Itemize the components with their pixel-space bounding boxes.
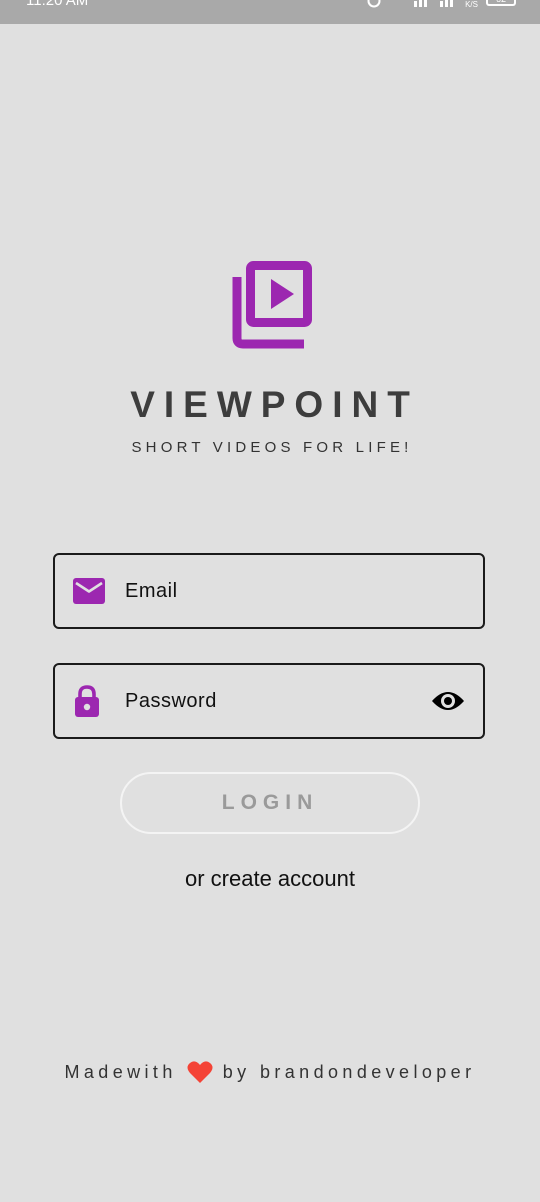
password-input[interactable] xyxy=(125,665,423,737)
wifi-icon xyxy=(389,0,405,7)
status-icons: K/S 62 xyxy=(367,0,516,9)
lock-icon xyxy=(75,685,99,717)
footer-made-with: Madewith xyxy=(64,1061,177,1082)
heart-icon xyxy=(187,1061,213,1083)
signal-icon-1 xyxy=(414,0,428,7)
email-field[interactable] xyxy=(53,553,485,629)
signal-icon-2 xyxy=(440,0,454,7)
mail-icon xyxy=(73,578,105,604)
network-speed-unit: K/S xyxy=(465,0,478,9)
status-bar: 11:20 AM K/S 62 xyxy=(0,0,540,24)
footer-credit: Madewith by brandondeveloper xyxy=(0,1060,540,1084)
status-time: 11:20 AM xyxy=(26,0,89,9)
password-field[interactable] xyxy=(53,663,485,739)
app-title: VIEWPOINT xyxy=(130,384,419,425)
create-account-link[interactable]: or create account xyxy=(0,866,540,892)
eye-icon[interactable] xyxy=(431,689,465,713)
battery-icon: 62 xyxy=(486,0,516,6)
video-library-icon xyxy=(232,261,312,349)
email-input[interactable] xyxy=(125,555,423,627)
login-button[interactable]: LOGIN xyxy=(120,772,420,834)
app-tagline: SHORT VIDEOS FOR LIFE! xyxy=(131,439,413,456)
footer-by-author: by brandondeveloper xyxy=(222,1061,476,1082)
alarm-icon xyxy=(367,0,381,8)
